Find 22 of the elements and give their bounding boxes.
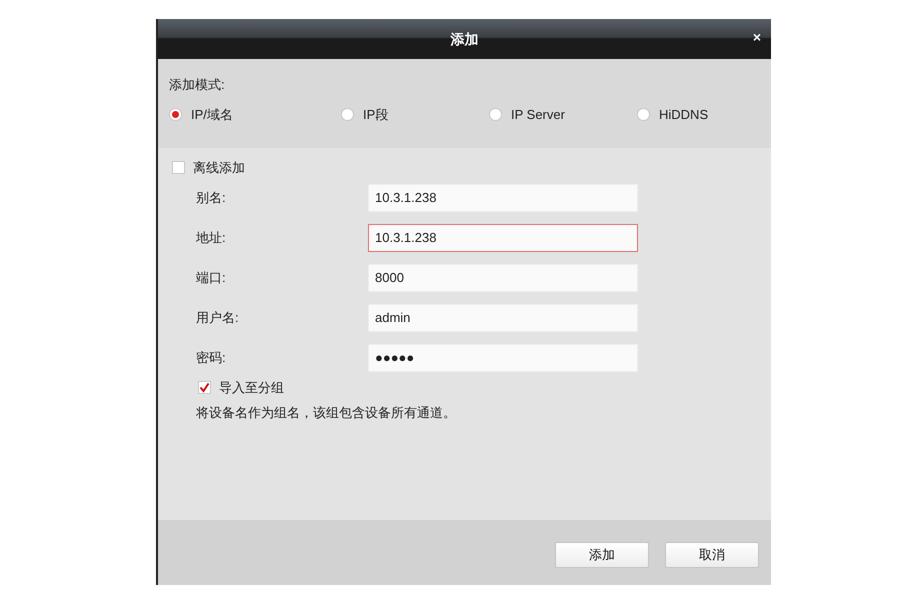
input-field[interactable]: ●●●●● bbox=[368, 344, 638, 372]
field-label: 密码: bbox=[195, 348, 227, 367]
input-field[interactable]: 10.3.1.238 bbox=[368, 224, 638, 252]
dialog-button[interactable]: 添加 bbox=[555, 542, 649, 568]
mode-radio[interactable]: IP段 bbox=[341, 104, 489, 124]
mode-radio[interactable]: IP/域名 bbox=[169, 104, 341, 124]
mode-radio[interactable]: IP Server bbox=[489, 104, 637, 124]
window-title: 添加 bbox=[450, 30, 478, 48]
input-field[interactable]: 8000 bbox=[368, 264, 638, 292]
mode-radio[interactable]: HiDDNS bbox=[637, 104, 757, 124]
input-field[interactable]: 10.3.1.238 bbox=[368, 184, 638, 212]
input-field[interactable]: admin bbox=[368, 304, 638, 332]
field-label: 端口: bbox=[195, 268, 227, 287]
dialog-button[interactable]: 取消 bbox=[665, 542, 759, 568]
mode-label: 添加模式: bbox=[169, 76, 226, 94]
field-label: 别名: bbox=[195, 188, 227, 207]
note-text: 将设备名作为组名，该组包含设备所有通道。 bbox=[196, 404, 457, 422]
offline-add-checkbox[interactable]: 离线添加 bbox=[172, 158, 757, 178]
field-label: 地址: bbox=[195, 228, 227, 247]
close-button[interactable]: × bbox=[748, 30, 765, 44]
field-label: 用户名: bbox=[195, 308, 240, 327]
import-group-checkbox[interactable]: 导入至分组 bbox=[198, 378, 757, 397]
